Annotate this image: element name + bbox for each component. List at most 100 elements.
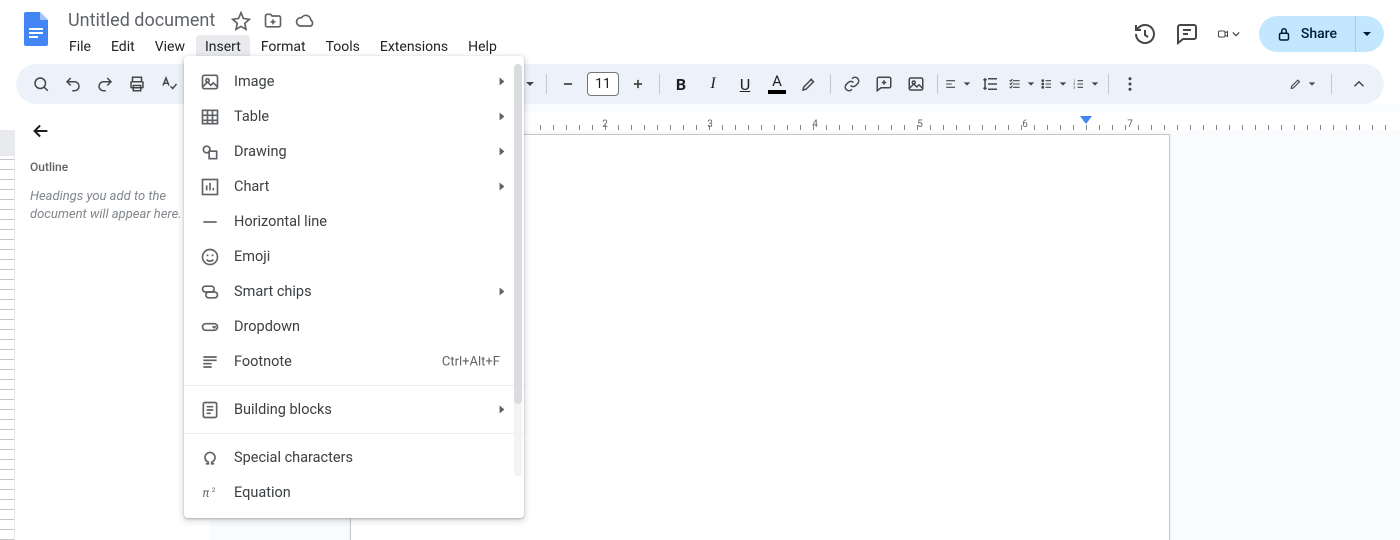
- ruler-major: 4: [812, 119, 818, 130]
- insert-menu-item-dropdown[interactable]: Dropdown: [184, 309, 524, 344]
- undo-button[interactable]: [58, 69, 88, 99]
- collapse-toolbar-button[interactable]: [1344, 69, 1374, 99]
- hline-icon: [200, 212, 220, 232]
- history-icon[interactable]: [1133, 22, 1157, 46]
- chips-icon: [200, 282, 220, 302]
- insert-menu-dropdown: Image Table Drawing Chart Horizontal line Emo…: [184, 56, 524, 518]
- divider: [1108, 74, 1109, 94]
- text-color-button[interactable]: A: [762, 69, 792, 99]
- menu-item-label: Dropdown: [234, 318, 300, 335]
- menu-item-label: Chart: [234, 178, 269, 195]
- divider: [546, 74, 547, 94]
- search-button[interactable]: [26, 69, 56, 99]
- bold-button[interactable]: B: [666, 69, 696, 99]
- footnote-icon: [200, 352, 220, 372]
- blocks-icon: [200, 400, 220, 420]
- insert-menu-item-image[interactable]: Image: [184, 64, 524, 99]
- font-size-input[interactable]: 11: [587, 72, 619, 96]
- cloud-status-icon[interactable]: [295, 11, 315, 31]
- divider: [830, 74, 831, 94]
- menu-item-label: Table: [234, 108, 269, 125]
- svg-text:3: 3: [1073, 84, 1075, 89]
- numbered-list-button[interactable]: 123: [1072, 69, 1102, 99]
- doc-title[interactable]: Untitled document: [64, 8, 219, 33]
- checklist-button[interactable]: [1008, 69, 1038, 99]
- add-comment-button[interactable]: [869, 69, 899, 99]
- menu-separator: [184, 385, 524, 386]
- chart-icon: [200, 177, 220, 197]
- ruler-major: 7: [1127, 119, 1133, 130]
- insert-menu-item-emoji[interactable]: Emoji: [184, 239, 524, 274]
- font-size-group: 11: [553, 69, 653, 99]
- underline-button[interactable]: U: [730, 69, 760, 99]
- vertical-ruler: [0, 130, 15, 540]
- insert-image-button[interactable]: [901, 69, 931, 99]
- share-dropdown[interactable]: [1355, 16, 1384, 52]
- menu-item-label: Emoji: [234, 248, 270, 265]
- increase-font-button[interactable]: [623, 69, 653, 99]
- star-icon[interactable]: [231, 11, 251, 31]
- bulleted-list-button[interactable]: [1040, 69, 1070, 99]
- align-button[interactable]: [944, 69, 974, 99]
- submenu-arrow-icon: [498, 143, 506, 160]
- divider: [659, 74, 660, 94]
- table-icon: [200, 107, 220, 127]
- image-icon: [200, 72, 220, 92]
- insert-menu-item-omega[interactable]: Special characters: [184, 440, 524, 475]
- header: Untitled document File Edit View Insert …: [0, 0, 1400, 60]
- submenu-arrow-icon: [498, 401, 506, 418]
- highlight-button[interactable]: [794, 69, 824, 99]
- outline-back-button[interactable]: [30, 120, 210, 146]
- drawing-icon: [200, 142, 220, 162]
- insert-menu-item-chips[interactable]: Smart chips: [184, 274, 524, 309]
- menu-item-label: Horizontal line: [234, 213, 327, 230]
- ruler-major: 3: [707, 119, 713, 130]
- menu-item-label: Drawing: [234, 143, 287, 160]
- editing-mode-button[interactable]: [1289, 69, 1319, 99]
- docs-logo[interactable]: [16, 8, 56, 48]
- submenu-arrow-icon: [498, 73, 506, 90]
- spellcheck-button[interactable]: [154, 69, 184, 99]
- submenu-arrow-icon: [498, 178, 506, 195]
- menu-separator: [184, 433, 524, 434]
- decrease-font-button[interactable]: [553, 69, 583, 99]
- ruler-major: 5: [917, 119, 923, 130]
- move-folder-icon[interactable]: [263, 11, 283, 31]
- outline-title: Outline: [30, 160, 210, 174]
- italic-button[interactable]: I: [698, 69, 728, 99]
- insert-menu-item-blocks[interactable]: Building blocks: [184, 392, 524, 427]
- omega-icon: [200, 448, 220, 468]
- insert-link-button[interactable]: [837, 69, 867, 99]
- insert-menu-item-footnote[interactable]: Footnote Ctrl+Alt+F: [184, 344, 524, 379]
- share-label: Share: [1301, 26, 1337, 42]
- chevron-down-icon: [1231, 24, 1241, 44]
- menu-edit[interactable]: Edit: [102, 35, 144, 59]
- right-margin-marker[interactable]: [1080, 112, 1092, 128]
- outline-empty-text: Headings you add to the document will ap…: [30, 188, 210, 224]
- emoji-icon: [200, 247, 220, 267]
- menu-item-label: Footnote: [234, 353, 292, 370]
- ruler-major: 2: [602, 119, 608, 130]
- redo-button[interactable]: [90, 69, 120, 99]
- more-button[interactable]: [1115, 69, 1145, 99]
- print-button[interactable]: [122, 69, 152, 99]
- insert-menu-item-equation[interactable]: Equation: [184, 475, 524, 510]
- divider: [937, 74, 938, 94]
- equation-icon: [200, 483, 220, 503]
- insert-menu-item-drawing[interactable]: Drawing: [184, 134, 524, 169]
- menu-shortcut: Ctrl+Alt+F: [442, 354, 500, 369]
- line-spacing-button[interactable]: [976, 69, 1006, 99]
- title-block: Untitled document File Edit View Insert …: [64, 8, 506, 59]
- insert-menu-item-table[interactable]: Table: [184, 99, 524, 134]
- insert-menu-item-hline[interactable]: Horizontal line: [184, 204, 524, 239]
- divider: [1331, 74, 1332, 94]
- menu-item-label: Special characters: [234, 449, 353, 466]
- submenu-arrow-icon: [498, 283, 506, 300]
- menu-file[interactable]: File: [60, 35, 100, 59]
- comments-icon[interactable]: [1175, 22, 1199, 46]
- ruler-major: 6: [1022, 119, 1028, 130]
- share-button[interactable]: Share: [1259, 16, 1355, 52]
- insert-menu-item-chart[interactable]: Chart: [184, 169, 524, 204]
- dropdown-icon: [200, 317, 220, 337]
- meet-icon[interactable]: [1217, 22, 1241, 46]
